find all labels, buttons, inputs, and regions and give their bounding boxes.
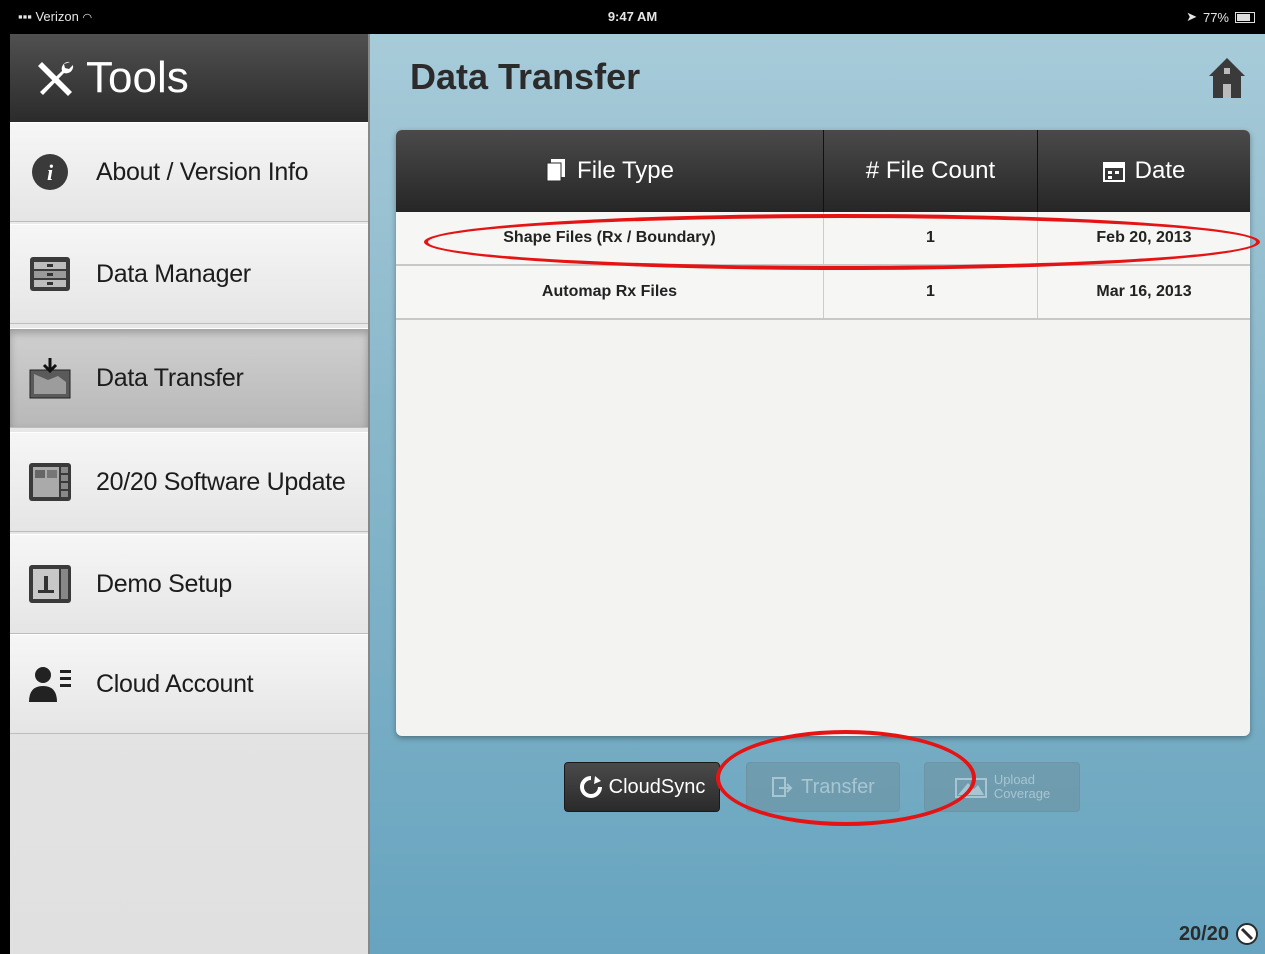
battery-icon	[1235, 11, 1255, 23]
cloudsync-button[interactable]: CloudSync	[564, 762, 720, 812]
brand-logo-icon	[1236, 923, 1258, 945]
sync-icon	[579, 776, 602, 798]
transfer-icon	[772, 777, 793, 797]
sidebar: Tools i About / Version Info Data Manage…	[10, 34, 370, 954]
upload-icon	[954, 778, 987, 798]
sidebar-title: Tools	[86, 53, 189, 102]
status-bar: ▪▪▪ Verizon ◠ 9:47 AM ➤ 77%	[0, 0, 1265, 34]
cell-date: Mar 16, 2013	[1096, 283, 1192, 300]
cell-file-type: Automap Rx Files	[396, 266, 824, 318]
sidebar-item-label: 20/20 Software Update	[96, 467, 346, 496]
table-row[interactable]: Automap Rx Files 1 Mar 16, 2013	[396, 266, 1250, 320]
transfer-button[interactable]: Transfer	[746, 762, 900, 812]
monitor-icon	[26, 458, 74, 506]
page-title: Data Transfer	[410, 56, 641, 97]
sidebar-item-label: Cloud Account	[96, 669, 254, 698]
data-transfer-icon	[26, 354, 74, 402]
data-manager-icon	[26, 250, 74, 298]
demo-icon	[26, 560, 74, 608]
sidebar-item-data-manager[interactable]: Data Manager	[10, 224, 368, 324]
cell-file-type: Shape Files (Rx / Boundary)	[396, 212, 824, 264]
app-frame: ▪▪▪ Verizon ◠ 9:47 AM ➤ 77% Tools i Abou…	[0, 0, 1265, 954]
location-icon: ➤	[1186, 9, 1197, 24]
column-header-date: Date	[1038, 130, 1250, 212]
sidebar-item-about[interactable]: i About / Version Info	[10, 122, 368, 222]
file-table: File Type # File Count Date Shape Files …	[396, 130, 1250, 736]
cell-file-count: 1	[824, 266, 1038, 318]
table-row[interactable]: Shape Files (Rx / Boundary) 1 Feb 20, 20…	[396, 212, 1250, 266]
calendar-icon	[1102, 162, 1125, 182]
sidebar-item-label: Data Transfer	[96, 363, 244, 392]
column-header-file-count: # File Count	[824, 130, 1038, 212]
info-icon: i	[26, 148, 74, 196]
home-icon[interactable]	[1207, 56, 1247, 100]
file-icon	[546, 159, 566, 182]
status-time: 9:47 AM	[607, 9, 658, 24]
cell-file-count: 1	[824, 212, 1038, 264]
battery-indicator: ➤ 77%	[1186, 9, 1255, 25]
sidebar-item-label: Data Manager	[96, 259, 251, 288]
sidebar-header: Tools	[10, 34, 368, 122]
svg-text:i: i	[47, 160, 54, 185]
brand-badge: 20/20	[1179, 922, 1259, 946]
column-header-file-type: File Type	[396, 130, 824, 212]
sidebar-item-demo-setup[interactable]: Demo Setup	[10, 534, 368, 634]
sidebar-item-cloud-account[interactable]: Cloud Account	[10, 634, 368, 734]
upload-coverage-button[interactable]: Upload Coverage	[924, 762, 1080, 812]
sidebar-item-data-transfer[interactable]: Data Transfer	[10, 328, 368, 428]
main-panel: Data Transfer File Type # File Count Dat…	[370, 34, 1265, 954]
table-header: File Type # File Count Date	[396, 130, 1250, 212]
user-icon	[26, 660, 74, 708]
sidebar-item-software-update[interactable]: 20/20 Software Update	[10, 432, 368, 532]
sidebar-item-label: About / Version Info	[96, 157, 309, 186]
cell-date: Feb 20, 2013	[1096, 229, 1192, 246]
tools-icon	[38, 61, 74, 96]
sidebar-item-label: Demo Setup	[96, 569, 232, 598]
